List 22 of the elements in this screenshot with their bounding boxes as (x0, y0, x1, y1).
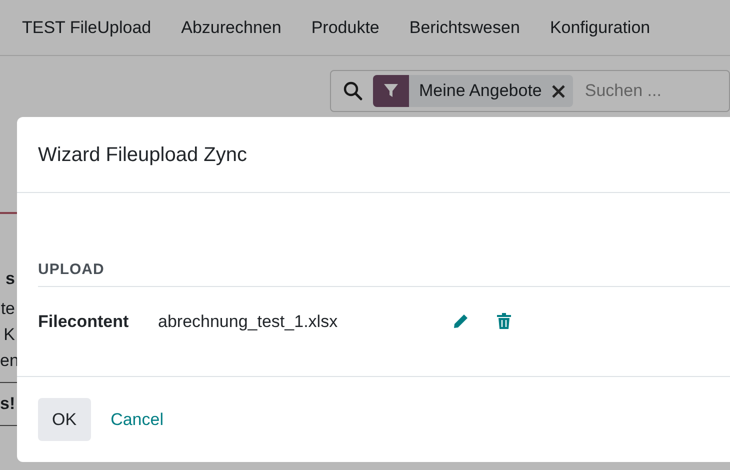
search-field[interactable]: Suchen ... (582, 77, 723, 105)
menu-item[interactable]: Konfiguration (550, 14, 650, 40)
menu-item[interactable]: Berichtswesen (409, 14, 520, 40)
menu-item[interactable]: TEST FileUpload (22, 14, 152, 40)
text-fragment: te (0, 298, 15, 320)
menu-item[interactable]: Produkte (311, 14, 380, 40)
section-heading: UPLOAD (38, 259, 730, 286)
edit-icon[interactable] (453, 313, 469, 330)
trash-icon[interactable] (497, 313, 511, 330)
text-fragment: K (2, 324, 15, 346)
remove-icon[interactable] (552, 84, 565, 98)
field-label: Filecontent (38, 310, 130, 332)
search-icon[interactable] (343, 81, 363, 101)
cancel-button[interactable]: Cancel (102, 398, 172, 442)
dialog-title: Wizard Fileupload Zync (38, 142, 247, 166)
file-name: abrechnung_test_1.xlsx (158, 310, 339, 332)
menu-item[interactable]: Abzurechnen (181, 14, 282, 40)
facet-label: Meine Angebote (419, 80, 542, 102)
heading-fragment: s (4, 268, 15, 290)
ok-button[interactable]: OK (38, 398, 91, 442)
filter-icon (373, 75, 409, 107)
heading-fragment: s! (0, 393, 15, 415)
